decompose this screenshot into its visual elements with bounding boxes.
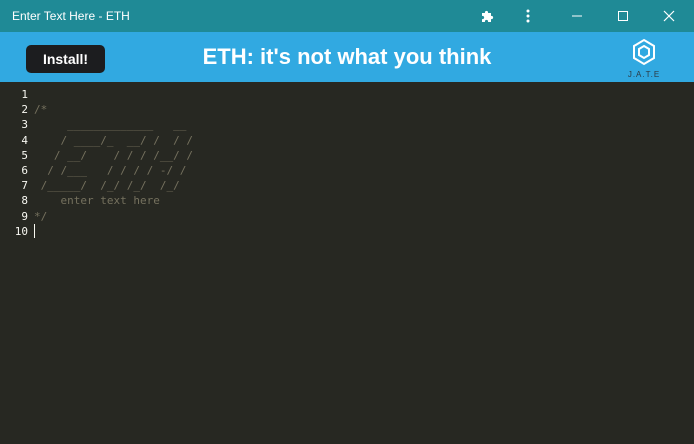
- line-number: 2: [21, 103, 28, 117]
- code-line: /*: [34, 103, 48, 117]
- window-titlebar: Enter Text Here - ETH: [0, 0, 694, 32]
- line-number: 3: [21, 118, 28, 132]
- maximize-icon[interactable]: [605, 0, 641, 32]
- minimize-icon[interactable]: [559, 0, 595, 32]
- line-number: 7: [21, 179, 28, 193]
- puzzle-icon[interactable]: [469, 0, 505, 32]
- close-icon[interactable]: [651, 0, 687, 32]
- text-cursor: [34, 223, 35, 238]
- line-number: 6: [21, 163, 28, 177]
- line-number: 4: [21, 133, 28, 147]
- page-heading: ETH: it's not what you think: [202, 44, 492, 69]
- code-editor[interactable]: 1 2 3 4 5 6 7 8 9 10 /* _____________ __ / ____/_…: [0, 82, 694, 444]
- window-title: Enter Text Here - ETH: [12, 9, 130, 23]
- app-logo: J.A.T.E: [618, 38, 670, 80]
- code-line: enter text here: [34, 194, 160, 208]
- code-line: / /___ / / / / -/ /: [34, 163, 187, 177]
- code-line: */: [34, 209, 48, 223]
- more-vertical-icon[interactable]: [510, 0, 546, 32]
- logo-text: J.A.T.E: [627, 70, 661, 79]
- code-line: [34, 223, 694, 239]
- hexagon-logo-icon: [633, 38, 655, 66]
- line-number: 10: [14, 224, 28, 238]
- line-number-gutter: 1 2 3 4 5 6 7 8 9 10: [0, 87, 28, 239]
- code-line: _____________ __: [34, 118, 187, 132]
- code-line: / __/ / / / /__/ /: [34, 148, 193, 162]
- app-header: Install! ETH: it's not what you think J.…: [0, 32, 694, 82]
- code-line: / ____/_ __/ / / /: [34, 133, 193, 147]
- line-number: 5: [21, 148, 28, 162]
- line-number: 9: [21, 209, 28, 223]
- code-line: /_____/ /_/ /_/ /_/: [34, 179, 180, 193]
- line-number: 1: [21, 88, 28, 101]
- line-number: 8: [21, 194, 28, 208]
- code-content[interactable]: /* _____________ __ / ____/_ __/ / / / /…: [34, 87, 694, 239]
